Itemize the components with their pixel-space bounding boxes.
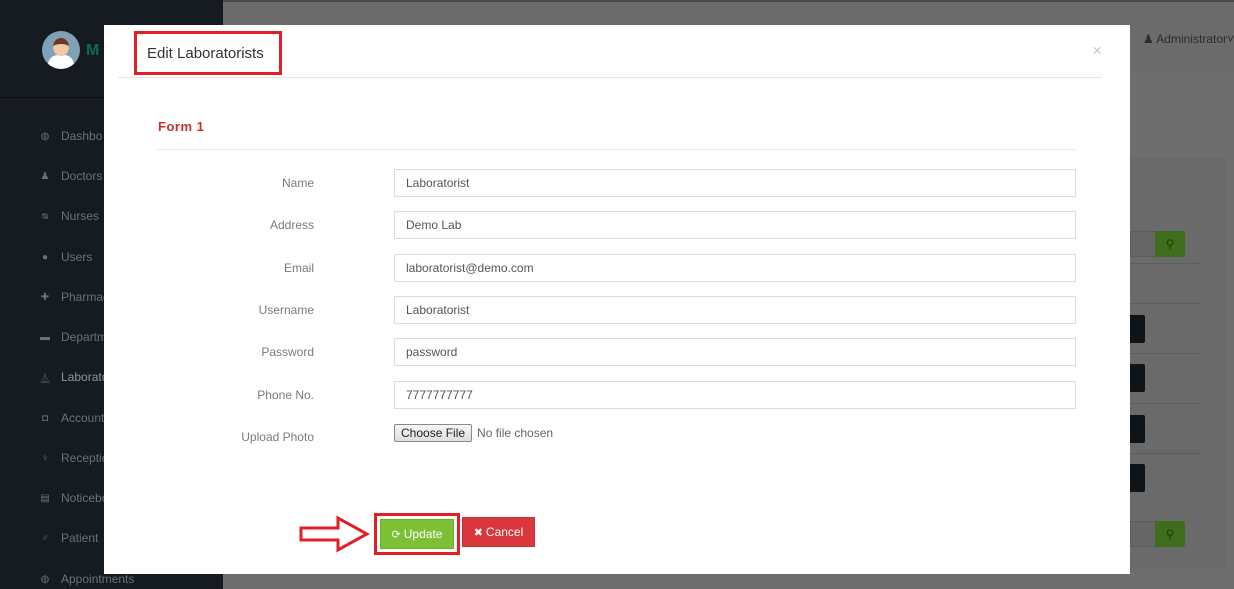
cancel-label: Cancel [485,525,524,539]
dashboard-icon: ◍ [40,130,50,142]
bg-search-input [1130,521,1156,547]
sidebar-item[interactable]: ◍ Dashbo [38,126,103,146]
address-input[interactable] [394,211,1076,239]
search-icon: ⚲ [1155,231,1185,257]
sidebar-item[interactable]: ● Users [38,247,92,267]
bg-action-button [1130,364,1145,392]
form-row-phone: Phone No. [104,381,1076,409]
email-input[interactable] [394,254,1076,282]
sidebar-item-label: Doctors [61,169,103,183]
sidebar-item-label: Receptio [61,451,109,465]
plus-square-icon: ✚ [40,291,50,303]
stethoscope-icon: ᴓ [41,210,49,222]
sidebar-item[interactable]: ✚ Pharmac [38,287,109,307]
section-title: Form 1 [158,119,205,134]
user-menu[interactable]: ♟ Administrator˅ [1143,32,1234,46]
cubes-icon: ◍ [40,573,50,585]
name-label: Name [281,176,314,190]
sidebar-item-label: Appointments [61,572,135,586]
refresh-icon: ⟳ [391,528,401,541]
form-row-email: Email [104,254,1076,282]
arrow-right-icon [299,515,370,553]
sidebar-item-label: Patient [61,531,99,545]
user-icon: ♟ [1142,32,1154,46]
username-input[interactable] [394,296,1076,324]
close-icon[interactable]: × [1092,41,1102,61]
sidebar-item-label: Noticebo [61,491,109,505]
form-row-password: Password [104,338,1076,366]
name-input[interactable] [394,169,1076,197]
content-panel-backdrop [1130,158,1226,568]
female-icon: ♀ [41,452,49,464]
modal-header: Edit Laboratorists × [118,25,1102,78]
file-status: No file chosen [477,426,554,440]
update-button-highlight: ⟳ Update [374,513,460,555]
flask-icon: ⏅ [40,373,50,385]
bg-search-input [1130,231,1156,257]
sidebar-item-label: Pharmac [61,290,110,304]
edit-laboratorist-modal: Edit Laboratorists × Form 1 Name Address… [104,25,1130,574]
briefcase-icon: ▬ [40,331,50,343]
update-label: Update [403,527,443,541]
section-divider [157,149,1076,150]
address-label: Address [269,218,314,232]
user-icon: ● [41,251,49,263]
user-menu-label: Administrator [1156,32,1227,46]
sidebar-item-label: Departm [61,330,108,344]
sidebar-item[interactable]: ♀ Receptio [38,448,108,468]
sidebar-item-label: Nurses [61,209,100,223]
update-button[interactable]: ⟳ Update [380,519,454,549]
bg-action-button [1130,415,1145,443]
password-label: Password [261,345,314,359]
bg-action-button [1130,464,1145,492]
sidebar-item[interactable]: ▬ Departm [38,327,107,347]
phone-label: Phone No. [257,388,314,402]
male-icon: ♂ [41,532,49,544]
form-row-username: Username [104,296,1076,324]
chevron-down-icon: ˅ [1226,32,1234,46]
doctor-avatar-logo[interactable] [42,31,80,69]
user-md-icon: ♟ [40,170,50,182]
search-icon: ⚲ [1155,521,1185,547]
modal-title: Edit Laboratorists [134,31,282,75]
sidebar-item[interactable]: ♂ Patient [38,528,98,548]
sidebar-item-label: Laborato [61,370,109,384]
sidebar-item-label: Users [61,250,93,264]
sidebar-item[interactable]: ᴓ Nurses [38,206,99,226]
form-row-address: Address [104,211,1076,239]
bg-table-line [1130,403,1200,404]
money-icon: ◘ [41,412,49,424]
choose-file-button[interactable]: Choose File [394,424,473,442]
form-row-name: Name [104,169,1076,197]
sidebar-item[interactable]: ♟ Doctors [38,166,103,186]
form-row-upload: Upload Photo [104,423,1076,451]
sidebar-item[interactable]: ▤ Noticebo [38,488,108,508]
bg-table-line [1130,453,1200,454]
sidebar-item[interactable]: ⏅ Laborato [38,367,108,387]
cancel-button[interactable]: ✖ Cancel [462,517,535,547]
bg-table-line [1130,303,1200,304]
file-icon: ▤ [40,492,50,504]
bg-action-button [1130,315,1145,343]
bg-table-line [1130,263,1200,264]
bg-table-line [1130,353,1200,354]
username-label: Username [258,303,314,317]
close-x-icon: ✖ [473,526,483,539]
brand-text: M [86,42,100,59]
email-label: Email [283,261,314,275]
sidebar-item-label: Account [61,411,105,425]
phone-input[interactable] [394,381,1076,409]
file-picker: Choose File No file chosen [394,424,553,442]
sidebar-item-label: Dashbo [61,129,103,143]
upload-photo-label: Upload Photo [241,430,314,444]
password-input[interactable] [394,338,1076,366]
sidebar-item[interactable]: ◘ Account [38,408,104,428]
